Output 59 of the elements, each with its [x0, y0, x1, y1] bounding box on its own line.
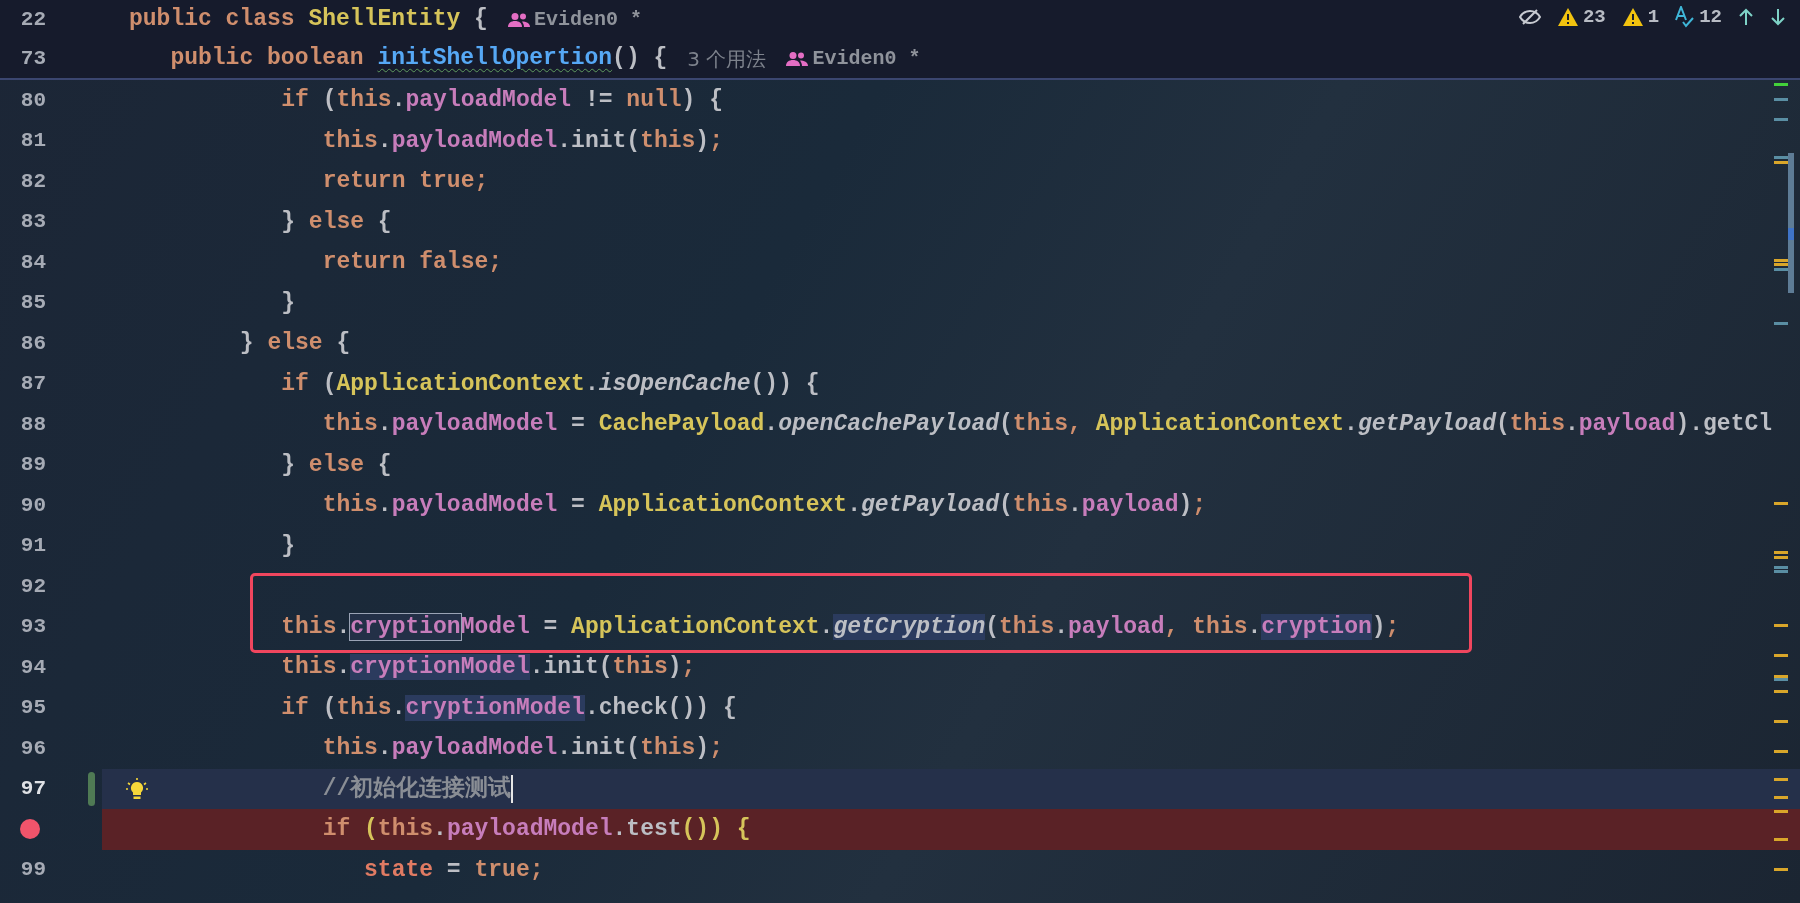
code-text: this.payloadModel.init(this);	[321, 126, 723, 156]
line-number: 87	[20, 371, 46, 397]
line-number: 94	[20, 654, 46, 681]
line-number: 81	[20, 128, 46, 154]
line-number: 86	[20, 330, 46, 357]
code-text: return true;	[321, 167, 489, 196]
line-number: 22	[19, 6, 46, 33]
line-number: 88	[20, 411, 46, 438]
code-text: this.payloadModel = ApplicationContext.getPayload(this.payload);	[321, 491, 1207, 520]
warnings-indicator[interactable]: 23	[1556, 3, 1606, 32]
line-number: 83	[20, 209, 46, 235]
line-number: 97	[20, 776, 46, 802]
line-number: 95	[20, 695, 46, 721]
weak-warnings-indicator[interactable]: 1	[1621, 3, 1660, 32]
arrow-up-icon[interactable]	[1738, 8, 1754, 27]
line-number: 89	[20, 452, 46, 478]
code-text: this.cryptionModel = ApplicationContext.getCryption(this.payload, this.cryption);	[280, 612, 1400, 642]
text-caret	[511, 774, 514, 803]
line-number: 80	[20, 87, 46, 114]
code-text: if (ApplicationContext.isOpenCache()) {	[280, 369, 820, 399]
code-text: if (this.payloadModel.test()) {	[321, 815, 751, 844]
line-number: 73	[19, 45, 46, 72]
code-text: } else {	[280, 207, 392, 237]
line-number: 96	[20, 735, 46, 762]
line-number: 85	[20, 290, 46, 316]
code-text: if (this.cryptionModel.check()) {	[280, 693, 737, 723]
code-text: //初始化连接测试	[321, 774, 512, 804]
code-text: public boolean initShellOpertion() {	[169, 44, 668, 74]
author-hint[interactable]: Eviden0 *	[786, 43, 921, 74]
code-text: this.payloadModel = CachePayload.openCachePayload(this, ApplicationContext.getPayload(this.payload).getCl	[321, 410, 1773, 439]
code-text: }	[280, 288, 296, 318]
warning-icon	[1556, 7, 1579, 28]
line-number: 93	[20, 614, 46, 640]
arrow-down-icon[interactable]	[1770, 8, 1786, 27]
line-number: 90	[20, 492, 46, 519]
warning-icon	[1621, 7, 1644, 28]
hidden-eye-icon[interactable]	[1518, 9, 1541, 26]
spellcheck-icon	[1675, 6, 1696, 29]
code-text: public class ShellEntity {	[129, 5, 488, 35]
line-number: 92	[20, 573, 46, 600]
code-text: } else {	[238, 329, 351, 358]
line-number: 84	[20, 249, 46, 276]
line-number: 91	[20, 533, 46, 559]
code-text: if (this.payloadModel != null) {	[280, 86, 723, 115]
lightbulb-icon[interactable]	[126, 777, 148, 802]
code-text: this.payloadModel.init(this);	[321, 734, 723, 763]
change-marker[interactable]	[88, 771, 95, 806]
people-icon	[786, 50, 809, 67]
code-text: }	[280, 531, 296, 561]
line-number: 99	[20, 857, 46, 883]
code-text: return false;	[321, 248, 503, 277]
code-text: state = true;	[363, 855, 544, 885]
usages-hint[interactable]: 3 个用法	[687, 43, 767, 74]
typos-indicator[interactable]: 12	[1675, 3, 1722, 32]
line-number: 82	[20, 168, 46, 195]
code-text: this.cryptionModel.init(this);	[280, 653, 696, 682]
people-icon	[507, 11, 530, 28]
author-hint[interactable]: Eviden0 *	[507, 4, 642, 35]
code-text: } else {	[280, 450, 392, 480]
